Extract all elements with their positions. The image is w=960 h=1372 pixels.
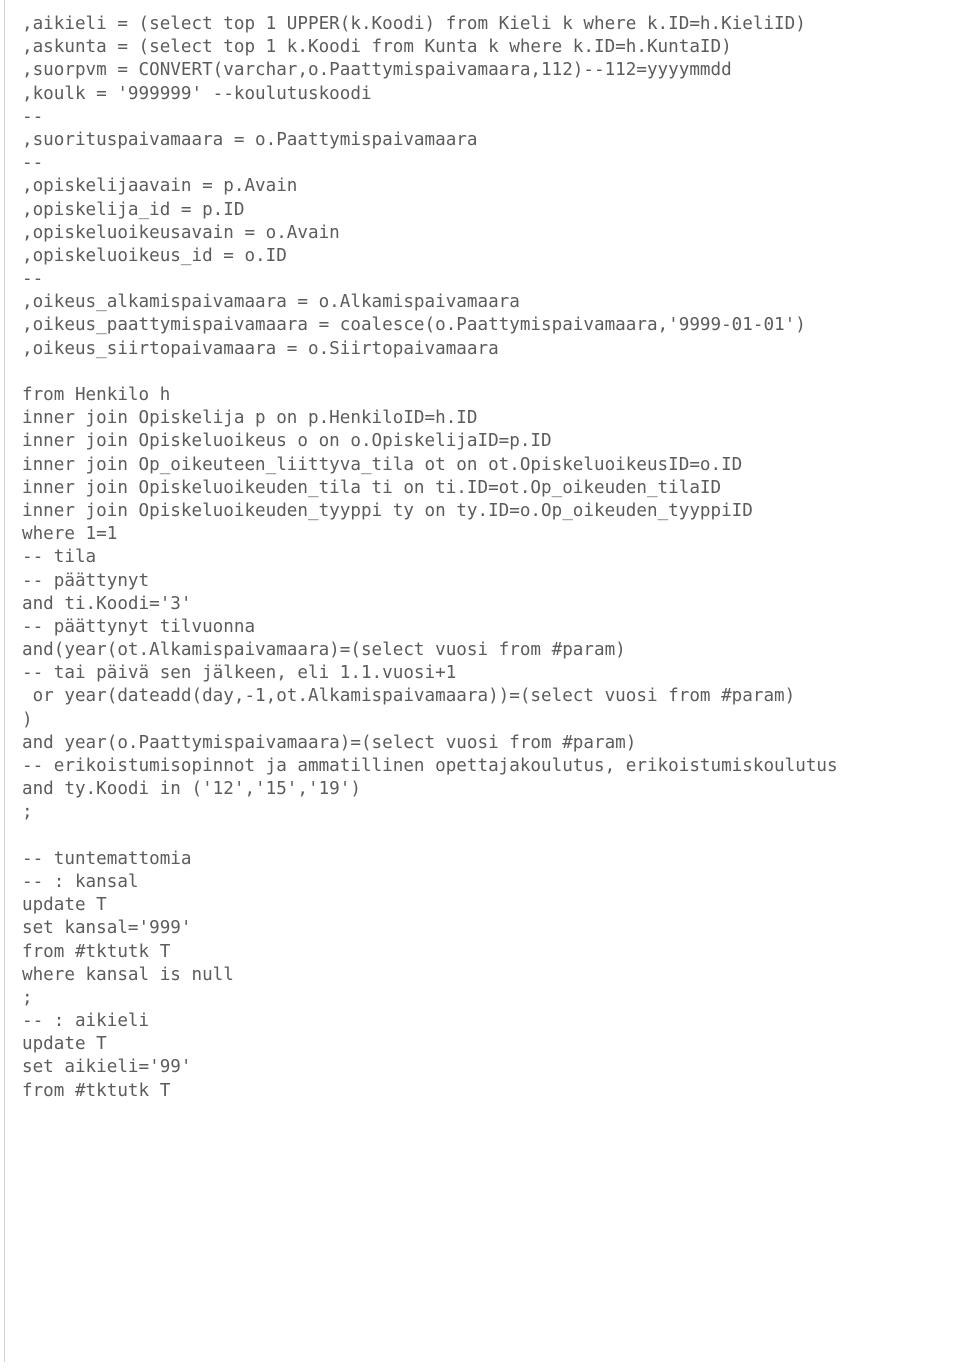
code-line: -- päättynyt bbox=[22, 570, 150, 591]
code-line: ,oikeus_alkamispaivamaara = o.Alkamispai… bbox=[22, 292, 520, 313]
code-line: inner join Opiskelija p on p.HenkiloID=h… bbox=[22, 408, 478, 429]
code-line: -- bbox=[22, 269, 44, 290]
code-line: ,oikeus_siirtopaivamaara = o.Siirtopaiva… bbox=[22, 338, 499, 359]
code-line: ,opiskeluoikeusavain = o.Avain bbox=[22, 222, 340, 243]
code-line: from #tktutk T bbox=[22, 941, 171, 962]
code-line: or year(dateadd(day,-1,ot.Alkamispaivama… bbox=[22, 686, 796, 707]
code-line: -- päättynyt tilvuonna bbox=[22, 616, 256, 637]
code-line: inner join Opiskeluoikeuden_tila ti on t… bbox=[22, 477, 722, 498]
code-line: -- : kansal bbox=[22, 871, 139, 892]
code-line: set kansal='999' bbox=[22, 918, 192, 939]
code-line: ; bbox=[22, 802, 33, 823]
code-line: inner join Opiskeluoikeuden_tyyppi ty on… bbox=[22, 500, 753, 521]
code-line: ,oikeus_paattymispaivamaara = coalesce(o… bbox=[22, 315, 806, 336]
code-line: and year(o.Paattymispaivamaara)=(select … bbox=[22, 732, 637, 753]
code-line: where kansal is null bbox=[22, 964, 234, 985]
sql-code-block: ,aikieli = (select top 1 UPPER(k.Koodi) … bbox=[22, 13, 942, 1103]
code-line: ,suorpvm = CONVERT(varchar,o.Paattymispa… bbox=[22, 60, 732, 81]
code-line: from #tktutk T bbox=[22, 1080, 171, 1101]
code-line: and ti.Koodi='3' bbox=[22, 593, 192, 614]
code-line: -- tila bbox=[22, 547, 97, 568]
code-line: -- erikoistumisopinnot ja ammatillinen o… bbox=[22, 756, 838, 776]
code-line: -- bbox=[22, 106, 44, 127]
code-line: -- : aikieli bbox=[22, 1011, 150, 1032]
document-page: ,aikieli = (select top 1 UPPER(k.Koodi) … bbox=[0, 0, 960, 1372]
code-line: update T bbox=[22, 895, 107, 916]
code-line: inner join Opiskeluoikeus o on o.Opiskel… bbox=[22, 431, 552, 452]
code-line: ,koulk = '999999' --koulutuskoodi bbox=[22, 83, 372, 104]
code-line: and(year(ot.Alkamispaivamaara)=(select v… bbox=[22, 640, 626, 661]
code-line: ,askunta = (select top 1 k.Koodi from Ku… bbox=[22, 37, 732, 58]
code-line: -- tai päivä sen jälkeen, eli 1.1.vuosi+… bbox=[22, 663, 457, 684]
code-line: and ty.Koodi in ('12','15','19') bbox=[22, 779, 361, 800]
code-line: -- tuntemattomia bbox=[22, 848, 192, 869]
code-line: from Henkilo h bbox=[22, 385, 171, 405]
code-line: ,suorituspaivamaara = o.Paattymispaivama… bbox=[22, 129, 478, 150]
code-line: -- bbox=[22, 153, 44, 174]
code-line: ,opiskelija_id = p.ID bbox=[22, 199, 245, 220]
code-line: ) bbox=[22, 709, 33, 730]
code-line: ,aikieli = (select top 1 UPPER(k.Koodi) … bbox=[22, 14, 806, 34]
code-line: inner join Op_oikeuteen_liittyva_tila ot… bbox=[22, 454, 743, 475]
code-line: ,opiskelijaavain = p.Avain bbox=[22, 176, 298, 197]
code-line: update T bbox=[22, 1034, 107, 1055]
code-line: ,opiskeluoikeus_id = o.ID bbox=[22, 245, 287, 266]
left-margin-rule bbox=[4, 0, 5, 1362]
code-line: ; bbox=[22, 987, 33, 1008]
code-line: where 1=1 bbox=[22, 524, 118, 545]
code-line: set aikieli='99' bbox=[22, 1057, 192, 1078]
